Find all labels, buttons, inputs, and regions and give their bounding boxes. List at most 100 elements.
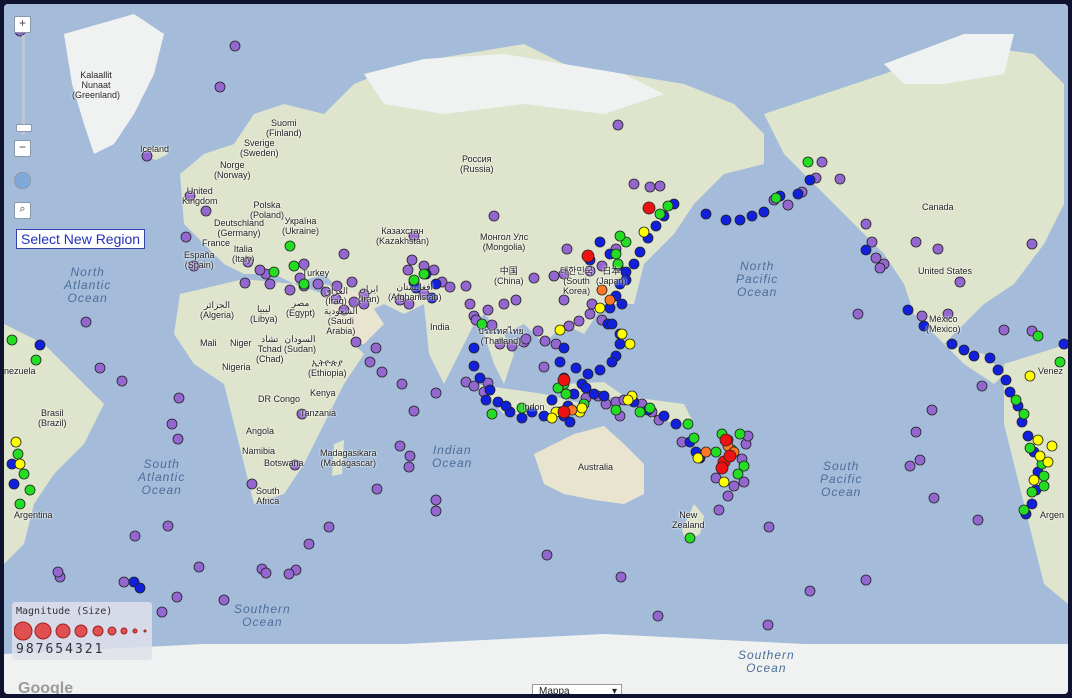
quake-marker-purple[interactable] [538,361,550,373]
quake-marker-yellow[interactable] [554,324,566,336]
quake-marker-purple[interactable] [612,119,624,131]
quake-marker-blue[interactable] [606,356,618,368]
quake-marker-blue[interactable] [1022,430,1034,442]
quake-marker-purple[interactable] [430,387,442,399]
quake-marker-blue[interactable] [564,416,576,428]
quake-marker-blue[interactable] [582,368,594,380]
quake-marker-purple[interactable] [254,264,266,276]
quake-marker-red[interactable] [581,249,595,263]
quake-marker-purple[interactable] [129,530,141,542]
zoom-in-button[interactable]: + [14,16,31,33]
quake-marker-blue[interactable] [792,188,804,200]
quake-marker-blue[interactable] [588,388,600,400]
quake-marker-purple[interactable] [229,40,241,52]
quake-marker-blue[interactable] [992,364,1004,376]
quake-marker-green[interactable] [654,208,666,220]
zoom-out-button[interactable]: − [14,140,31,157]
quake-marker-green[interactable] [610,248,622,260]
quake-marker-purple[interactable] [260,567,272,579]
quake-marker-yellow[interactable] [576,402,588,414]
quake-marker-blue[interactable] [758,206,770,218]
quake-marker-green[interactable] [418,268,430,280]
quake-marker-purple[interactable] [488,210,500,222]
quake-marker-green[interactable] [614,230,626,242]
quake-marker-yellow[interactable] [1034,450,1046,462]
quake-marker-green[interactable] [24,484,36,496]
quake-marker-purple[interactable] [408,405,420,417]
quake-marker-purple[interactable] [464,298,476,310]
quake-marker-purple[interactable] [364,356,376,368]
quake-marker-purple[interactable] [926,404,938,416]
quake-marker-green[interactable] [284,240,296,252]
quake-marker-green[interactable] [1032,330,1044,342]
quake-marker-blue[interactable] [546,394,558,406]
quake-marker-blue[interactable] [968,350,980,362]
quake-marker-purple[interactable] [193,561,205,573]
quake-marker-blue[interactable] [700,208,712,220]
quake-marker-purple[interactable] [430,494,442,506]
quake-marker-yellow[interactable] [10,436,22,448]
quake-marker-green[interactable] [1018,408,1030,420]
quake-marker-purple[interactable] [370,342,382,354]
quake-marker-purple[interactable] [763,521,775,533]
quake-marker-blue[interactable] [746,210,758,222]
quake-marker-green[interactable] [634,406,646,418]
quake-marker-purple[interactable] [510,294,522,306]
quake-marker-blue[interactable] [594,364,606,376]
quake-marker-blue[interactable] [804,174,816,186]
quake-marker-blue[interactable] [984,352,996,364]
quake-marker-purple[interactable] [558,294,570,306]
quake-marker-purple[interactable] [180,231,192,243]
quake-marker-blue[interactable] [1000,374,1012,386]
quake-marker-yellow[interactable] [594,302,606,314]
quake-marker-red[interactable] [719,433,733,447]
quake-marker-green[interactable] [14,498,26,510]
quake-marker-purple[interactable] [460,280,472,292]
quake-marker-purple[interactable] [166,418,178,430]
quake-marker-purple[interactable] [284,284,296,296]
quake-marker-purple[interactable] [283,568,295,580]
quake-marker-purple[interactable] [239,277,251,289]
quake-marker-purple[interactable] [396,378,408,390]
map-type-dropdown[interactable]: Mappa ▾ [532,684,622,694]
quake-marker-purple[interactable] [615,571,627,583]
quake-marker-purple[interactable] [156,606,168,618]
quake-marker-purple[interactable] [998,324,1010,336]
quake-marker-green[interactable] [802,156,814,168]
quake-marker-purple[interactable] [914,454,926,466]
quake-marker-green[interactable] [12,448,24,460]
zoom-slider-track[interactable] [22,35,25,135]
quake-marker-purple[interactable] [214,81,226,93]
quake-marker-purple[interactable] [171,591,183,603]
quake-marker-yellow[interactable] [546,412,558,424]
quake-marker-purple[interactable] [548,270,560,282]
quake-marker-blue[interactable] [616,298,628,310]
quake-marker-purple[interactable] [584,308,596,320]
quake-marker-red[interactable] [715,461,729,475]
quake-marker-purple[interactable] [852,308,864,320]
quake-marker-purple[interactable] [860,218,872,230]
quake-marker-purple[interactable] [430,505,442,517]
quake-marker-blue[interactable] [628,258,640,270]
quake-marker-purple[interactable] [532,325,544,337]
quake-marker-blue[interactable] [594,236,606,248]
quake-marker-blue[interactable] [8,478,20,490]
quake-marker-yellow[interactable] [622,394,634,406]
quake-marker-purple[interactable] [976,380,988,392]
quake-marker-purple[interactable] [444,281,456,293]
quake-marker-blue[interactable] [1058,338,1068,350]
quake-marker-purple[interactable] [928,492,940,504]
quake-marker-purple[interactable] [200,205,212,217]
quake-marker-green[interactable] [644,402,656,414]
quake-marker-blue[interactable] [670,418,682,430]
quake-marker-purple[interactable] [644,181,656,193]
quake-marker-blue[interactable] [720,214,732,226]
quake-marker-blue[interactable] [634,246,646,258]
quake-marker-purple[interactable] [402,264,414,276]
quake-marker-purple[interactable] [628,178,640,190]
quake-marker-purple[interactable] [722,490,734,502]
quake-marker-purple[interactable] [371,483,383,495]
quake-marker-purple[interactable] [52,566,64,578]
quake-marker-purple[interactable] [654,180,666,192]
quake-marker-purple[interactable] [80,316,92,328]
